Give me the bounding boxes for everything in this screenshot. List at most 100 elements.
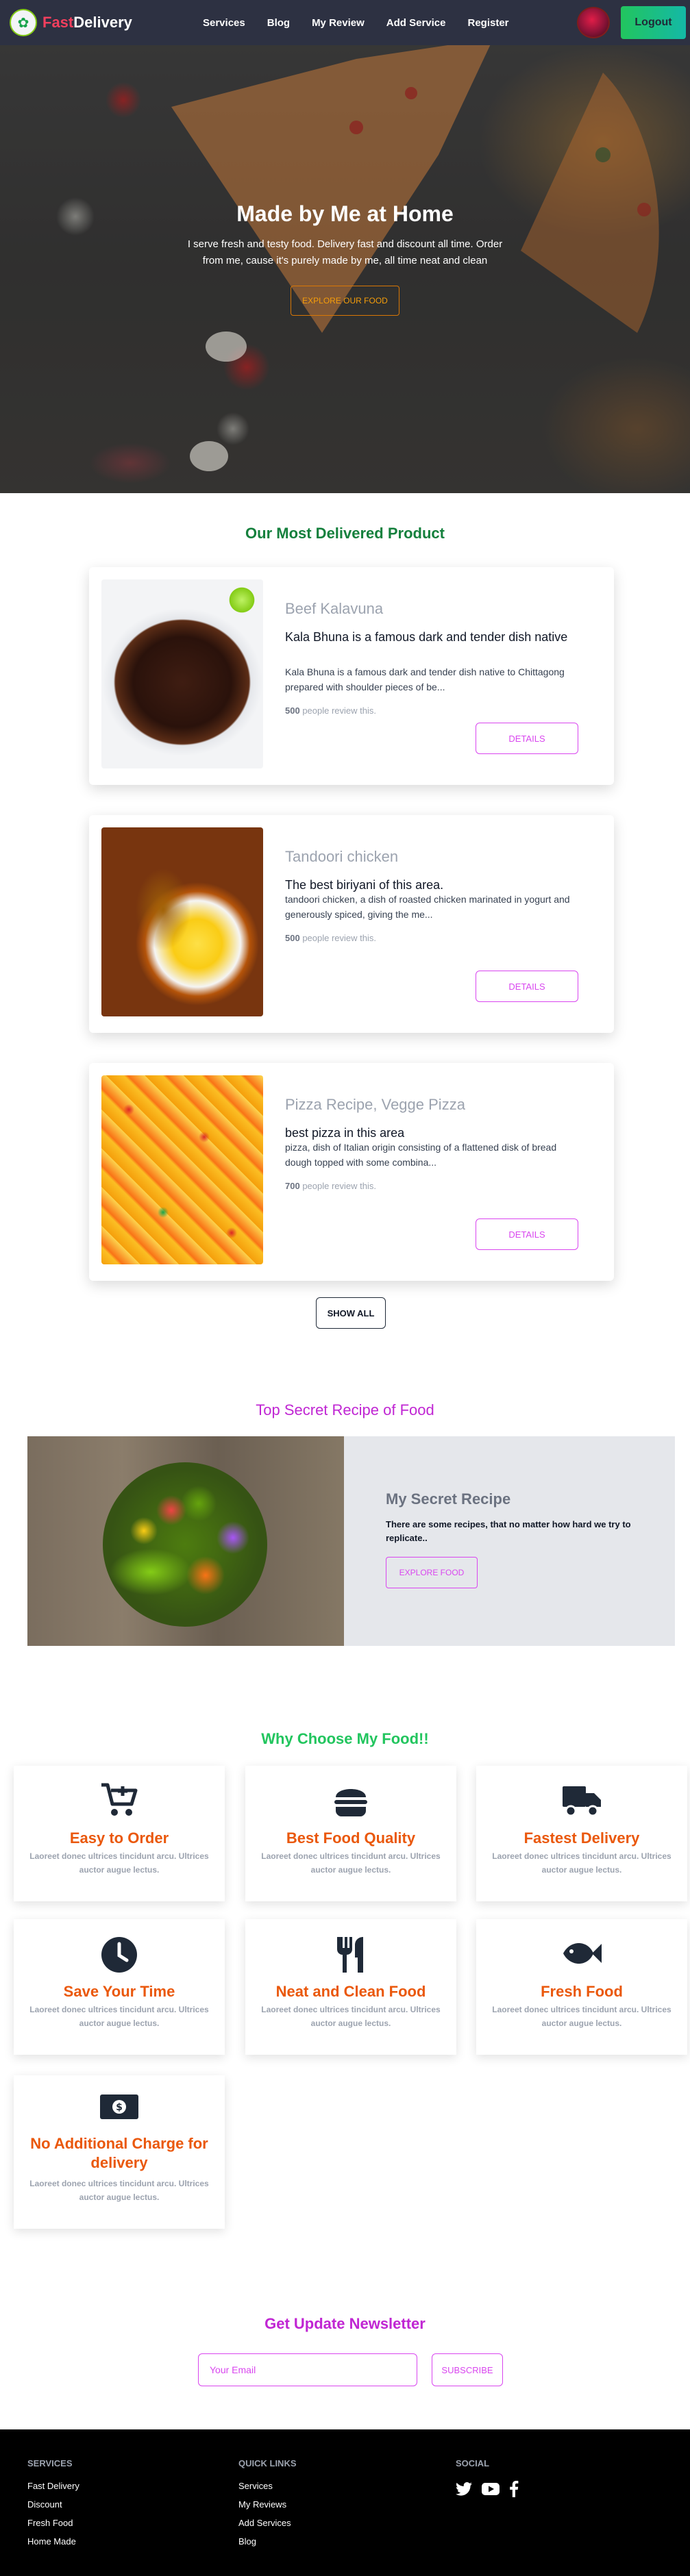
feature-description: Laoreet donec ultrices tincidunt arcu. U… [29,1851,209,1875]
secret-recipe-title: My Secret Recipe [386,1490,511,1508]
product-name: Pizza Recipe, Vegge Pizza [285,1096,465,1113]
feature-card: Fastest Delivery Laoreet donec ultrices … [476,1766,687,1901]
explore-our-food-button[interactable]: EXPLORE OUR FOOD [291,286,399,316]
brand-name: FastDelivery [42,14,132,32]
product-card: Pizza Recipe, Vegge Pizza best pizza in … [89,1063,614,1281]
cart-plus-icon [14,1782,225,1823]
user-avatar[interactable] [577,7,610,38]
hero-banner: Made by Me at Home I serve fresh and tes… [0,45,690,493]
hamburger-icon [245,1782,456,1823]
feature-card: Best Food Quality Laoreet donec ultrices… [245,1766,456,1901]
features-heading: Why Choose My Food!! [261,1730,429,1747]
feature-description: Laoreet donec ultrices tincidunt arcu. U… [29,2179,209,2202]
hero-content: Made by Me at Home I serve fresh and tes… [0,201,690,316]
footer-link-home-made[interactable]: Home Made [27,2536,79,2547]
brand-logo-icon: ✿ [10,9,37,36]
money-bill-icon: $ [14,2092,225,2133]
feature-title: No Additional Charge for delivery [30,2135,208,2171]
feature-title: Easy to Order [69,1829,169,1847]
subscribe-button[interactable]: SUBSCRIBE [432,2353,503,2386]
facebook-icon[interactable] [509,2481,519,2497]
footer-link-add-services[interactable]: Add Services [238,2518,297,2528]
feature-title: Save Your Time [63,1983,175,2000]
review-count: 500 [285,933,300,943]
footer-link-discount[interactable]: Discount [27,2499,79,2510]
nav-link-services[interactable]: Services [192,17,256,29]
newsletter-heading: Get Update Newsletter [264,2315,426,2332]
feature-card: Easy to Order Laoreet donec ultrices tin… [14,1766,225,1901]
product-tagline: Kala Bhuna is a famous dark and tender d… [285,630,568,644]
truck-icon [476,1782,687,1823]
footer-link-services[interactable]: Services [238,2481,297,2491]
nav-links: Services Blog My Review Add Service Regi… [192,17,520,29]
footer-services-column: SERVICES Fast Delivery Discount Fresh Fo… [27,2458,79,2555]
nav-link-add-service[interactable]: Add Service [375,17,457,29]
review-suffix: people review this. [299,933,376,943]
secret-recipe-text: There are some recipes, that no matter h… [386,1519,631,1543]
review-count: 700 [285,1181,300,1191]
feature-title: Best Food Quality [286,1829,416,1847]
product-reviews: 700 people review this. [285,1181,376,1191]
brand-name-rest: Delivery [73,14,132,31]
feature-description: Laoreet donec ultrices tincidunt arcu. U… [29,2005,209,2028]
newsletter-email-input[interactable] [198,2353,417,2386]
footer-quick-links-heading: QUICK LINKS [238,2458,297,2468]
feature-description: Laoreet donec ultrices tincidunt arcu. U… [492,2005,671,2028]
logout-button[interactable]: Logout [621,6,686,39]
product-card: Tandoori chicken The best biriyani of th… [89,815,614,1033]
feature-card: Fresh Food Laoreet donec ultrices tincid… [476,1919,687,2055]
product-reviews: 500 people review this. [285,705,376,716]
product-name: Tandoori chicken [285,848,399,865]
footer: SERVICES Fast Delivery Discount Fresh Fo… [0,2429,690,2576]
clock-icon [14,1936,225,1977]
feature-card: $ No Additional Charge for delivery Laor… [14,2075,225,2229]
footer-link-blog[interactable]: Blog [238,2536,297,2547]
feature-card: Save Your Time Laoreet donec ultrices ti… [14,1919,225,2055]
feature-title: Fresh Food [541,1983,623,2000]
secret-recipe-image [27,1436,344,1646]
utensils-icon [245,1936,456,1977]
feature-description: Laoreet donec ultrices tincidunt arcu. U… [261,2005,441,2028]
footer-social-column: SOCIAL [456,2458,519,2497]
feature-title: Neat and Clean Food [275,1983,426,2000]
product-description: Kala Bhuna is a famous dark and tender d… [285,666,565,692]
product-image-pizza [101,1075,263,1264]
secret-recipe-section: My Secret Recipe There are some recipes,… [27,1436,675,1646]
show-all-button[interactable]: SHOW ALL [316,1297,386,1329]
product-reviews: 500 people review this. [285,933,376,943]
salad-bowl-image [103,1462,267,1627]
footer-link-fast-delivery[interactable]: Fast Delivery [27,2481,79,2491]
product-image-tandoori [101,827,263,1016]
secret-recipe-heading: Top Secret Recipe of Food [256,1401,434,1418]
details-button[interactable]: DETAILS [476,971,578,1002]
svg-text:$: $ [116,2102,123,2113]
footer-quick-links-column: QUICK LINKS Services My Reviews Add Serv… [238,2458,297,2555]
details-button[interactable]: DETAILS [476,723,578,754]
product-name: Beef Kalavuna [285,600,384,617]
feature-title: Fastest Delivery [523,1829,640,1847]
footer-link-fresh-food[interactable]: Fresh Food [27,2518,79,2528]
details-button[interactable]: DETAILS [476,1218,578,1250]
hero-description: I serve fresh and testy food. Delivery f… [187,238,503,266]
explore-food-button[interactable]: EXPLORE FOOD [386,1557,478,1588]
brand[interactable]: ✿ FastDelivery [10,9,132,36]
twitter-icon[interactable] [456,2482,472,2496]
social-icons [456,2481,519,2497]
products-heading: Our Most Delivered Product [245,525,445,542]
review-count: 500 [285,705,300,716]
nav-link-register[interactable]: Register [456,17,519,29]
feature-description: Laoreet donec ultrices tincidunt arcu. U… [492,1851,671,1875]
footer-link-my-reviews[interactable]: My Reviews [238,2499,297,2510]
review-suffix: people review this. [299,1181,376,1191]
product-card: Beef Kalavuna Kala Bhuna is a famous dar… [89,567,614,785]
hero-title: Made by Me at Home [236,201,454,226]
feature-card: Neat and Clean Food Laoreet donec ultric… [245,1919,456,2055]
feature-description: Laoreet donec ultrices tincidunt arcu. U… [261,1851,441,1875]
product-description: pizza, dish of Italian origin consisting… [285,1142,557,1168]
navbar: ✿ FastDelivery Services Blog My Review A… [0,0,690,45]
youtube-icon[interactable] [482,2482,500,2496]
review-suffix: people review this. [299,705,376,716]
nav-link-blog[interactable]: Blog [256,17,301,29]
nav-link-my-review[interactable]: My Review [301,17,375,29]
fish-icon [476,1936,687,1977]
